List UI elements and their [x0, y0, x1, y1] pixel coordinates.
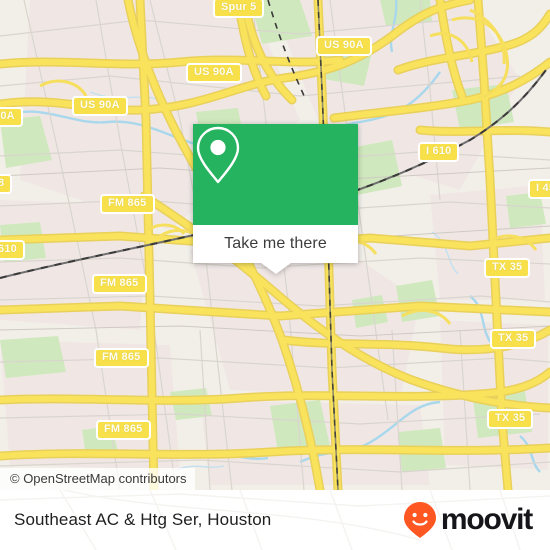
map-page: Spur 5 US 90A US 90A US 90A 90A I 610 I …	[0, 0, 550, 550]
callout-pin-panel	[193, 124, 358, 225]
road-shield: I 610	[418, 142, 460, 162]
road-shield: TX 35	[490, 329, 537, 349]
road-shield: FM 865	[96, 420, 151, 440]
road-shield: FM 865	[94, 348, 149, 368]
road-shield: US 90A	[186, 63, 242, 83]
road-shield: 8	[0, 174, 13, 194]
road-shield: Spur 5	[213, 0, 265, 18]
road-shield: 90A	[0, 107, 23, 127]
page-footer: Southeast AC & Htg Ser, Houston moovit	[0, 490, 550, 550]
moovit-wordmark: moovit	[440, 503, 533, 536]
map-canvas[interactable]: Spur 5 US 90A US 90A US 90A 90A I 610 I …	[0, 0, 550, 490]
take-me-there-button[interactable]: Take me there	[193, 225, 358, 263]
callout-tail	[261, 263, 291, 274]
road-shield: TX 35	[484, 258, 531, 278]
road-shield: TX 35	[487, 409, 534, 429]
road-shield: 610	[0, 240, 25, 260]
road-shield: US 90A	[316, 36, 372, 56]
moovit-logo[interactable]: moovit	[403, 501, 533, 539]
place-title: Southeast AC & Htg Ser, Houston	[14, 510, 272, 529]
location-callout-card[interactable]: Take me there	[193, 124, 358, 274]
location-pin-icon	[196, 126, 240, 184]
map-attribution[interactable]: © OpenStreetMap contributors	[0, 468, 195, 490]
road-shield: FM 865	[92, 274, 147, 294]
take-me-there-label: Take me there	[224, 235, 327, 252]
road-shield: FM 865	[100, 194, 155, 214]
road-shield: US 90A	[72, 96, 128, 116]
road-shield: I 45	[528, 179, 550, 199]
moovit-smiling-pin-icon	[403, 502, 436, 538]
